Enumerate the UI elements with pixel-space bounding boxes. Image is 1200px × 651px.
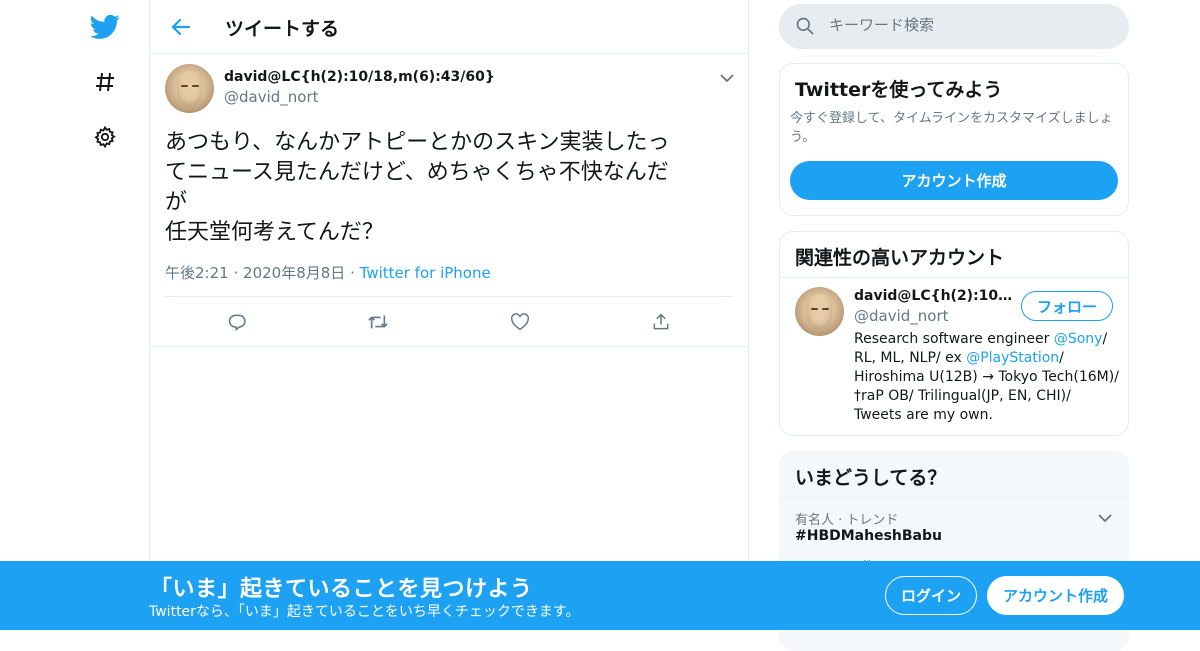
search-input[interactable] xyxy=(829,16,1109,34)
left-navigation xyxy=(0,0,150,630)
create-account-button[interactable]: アカウント作成 xyxy=(790,161,1118,200)
search-box[interactable] xyxy=(779,4,1129,49)
related-account-bio: Research software engineer @Sony/ RL, ML… xyxy=(854,330,1120,425)
banner-subtitle: Twitterなら、「いま」起きていることをいち早くチェックできます。 xyxy=(149,604,580,620)
related-accounts-title: 関連性の高いアカウント xyxy=(795,247,1005,269)
divider xyxy=(780,497,1128,498)
tweet-source[interactable]: Twitter for iPhone xyxy=(360,264,491,282)
tweet-metadata: 午後2:21 · 2020年8月8日 · Twitter for iPhone xyxy=(165,262,491,283)
tweet-text-line: あつもり、なんかアトピーとかのスキン実装したっ xyxy=(165,130,670,155)
signup-card: Twitterを使ってみよう 今すぐ登録して、タイムラインをカスタマイズしましょ… xyxy=(779,63,1129,216)
banner-title: 「いま」起きていることを見つけよう xyxy=(150,577,533,602)
banner-create-account-button[interactable]: アカウント作成 xyxy=(987,576,1124,615)
related-account-avatar[interactable] xyxy=(795,287,844,336)
page-header: ツイートする xyxy=(150,0,748,54)
retweet-icon[interactable] xyxy=(365,309,391,335)
author-handle[interactable]: @david_nort xyxy=(224,88,319,106)
chevron-down-icon[interactable] xyxy=(716,67,738,89)
tweet-text-line: 任天堂何考えてんだ？ xyxy=(165,220,384,245)
login-button[interactable]: ログイン xyxy=(885,576,977,615)
mention-link[interactable]: @PlayStation xyxy=(966,350,1059,366)
divider xyxy=(780,277,1128,278)
related-account-handle[interactable]: @david_nort xyxy=(854,307,949,325)
tweet-date[interactable]: 2020年8月8日 xyxy=(243,264,345,282)
main-column: ツイートする david@LC{h(2):10/18,m(6):43/60} @… xyxy=(149,0,749,630)
twitter-bird-icon[interactable] xyxy=(88,10,122,44)
tweet-text-line: が xyxy=(165,190,188,215)
signup-card-title: Twitterを使ってみよう xyxy=(795,79,1003,101)
trend-name[interactable]: #HBDMaheshBabu xyxy=(795,528,942,544)
reply-icon[interactable] xyxy=(224,309,250,335)
share-icon[interactable] xyxy=(648,309,674,335)
tweet-text-line: てニュース見たんだけど、めちゃくちゃ不快なんだ xyxy=(165,160,669,185)
like-icon[interactable] xyxy=(507,309,533,335)
mention-link[interactable]: @Sony xyxy=(1054,331,1103,347)
tweet-time[interactable]: 午後2:21 xyxy=(165,264,229,282)
tweet-text: あつもり、なんかアトピーとかのスキン実装したっ てニュース見たんだけど、めちゃく… xyxy=(165,128,725,248)
author-avatar[interactable] xyxy=(165,64,214,113)
divider xyxy=(165,296,733,297)
separator-dot: · xyxy=(233,264,239,282)
trends-title: いまどうしてる？ xyxy=(795,467,947,489)
chevron-down-icon[interactable] xyxy=(1094,508,1116,528)
tweet: david@LC{h(2):10/18,m(6):43/60} @david_n… xyxy=(150,54,748,347)
page-title: ツイートする xyxy=(225,18,340,40)
hashtag-icon[interactable] xyxy=(88,65,122,99)
trend-context: 有名人 · トレンド xyxy=(795,513,899,528)
related-accounts-card: 関連性の高いアカウント david@LC{h(2):10/18,m(6):43/… xyxy=(779,231,1129,436)
related-account-name[interactable]: david@LC{h(2):10/18,m(6):43/60} xyxy=(854,288,1014,304)
separator-dot: · xyxy=(350,264,355,282)
settings-gear-icon[interactable] xyxy=(88,120,122,154)
follow-button[interactable]: フォロー xyxy=(1021,291,1113,321)
signup-banner: 「いま」起きていることを見つけよう Twitterなら、「いま」起きていることを… xyxy=(0,561,1200,630)
arrow-left-icon[interactable] xyxy=(166,12,196,42)
bio-text: Research software engineer xyxy=(854,331,1054,347)
signup-card-description: 今すぐ登録して、タイムラインをカスタマイズしましょう。 xyxy=(790,111,1113,145)
search-icon xyxy=(795,16,815,40)
author-name[interactable]: david@LC{h(2):10/18,m(6):43/60} xyxy=(224,69,495,85)
